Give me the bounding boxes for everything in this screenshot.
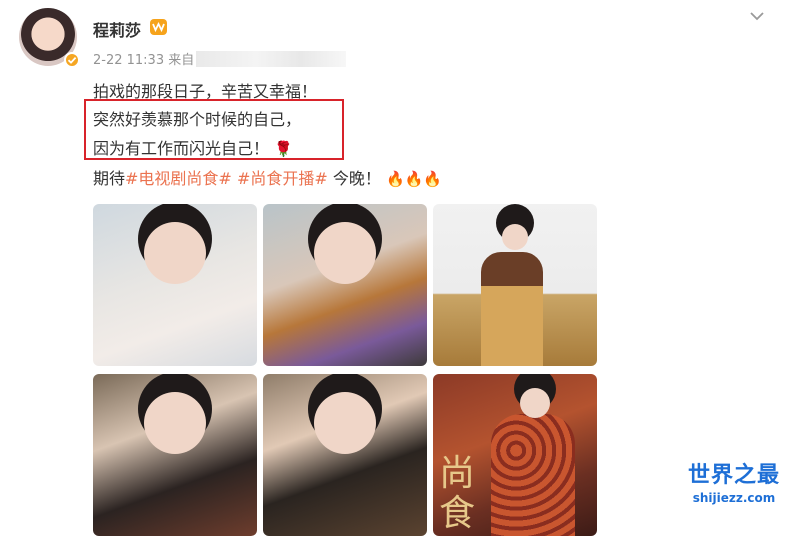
post-text-line-4-suffix: 今晚！ — [332, 169, 381, 188]
post-text-line-4-prefix: 期待 — [93, 169, 126, 188]
photo-2[interactable] — [263, 204, 427, 366]
photo-6[interactable]: 尚食 — [433, 374, 597, 536]
photo-1-figure — [144, 222, 206, 284]
photo-6-robe — [491, 414, 575, 536]
photo-6-poster-text: 尚食 — [439, 453, 476, 534]
vip-badge-icon — [150, 19, 167, 35]
topic-link-tv-shangshi[interactable]: #电视剧尚食# — [125, 169, 232, 188]
post-meta: 2-22 11:33 来自 — [93, 49, 347, 68]
post-timestamp[interactable]: 2-22 11:33 — [93, 53, 164, 68]
photo-5-figure — [314, 392, 376, 454]
photo-6-figure — [519, 388, 550, 418]
fire-icon: 🔥🔥🔥 — [385, 170, 442, 188]
watermark: 世界之最 shijiezz.com — [674, 462, 794, 514]
post-source-blurred — [196, 51, 347, 67]
photo-5[interactable] — [263, 374, 427, 536]
verified-badge-icon — [64, 52, 80, 68]
watermark-url: shijiezz.com — [692, 491, 776, 505]
highlight-box — [84, 99, 344, 160]
username[interactable]: 程莉莎 — [93, 17, 141, 41]
photo-4-figure — [144, 392, 206, 454]
photo-2-figure — [314, 222, 376, 284]
photo-4[interactable] — [93, 374, 257, 536]
watermark-title: 世界之最 — [687, 463, 780, 488]
topic-link-shangshi-premiere[interactable]: #尚食开播# — [237, 169, 328, 188]
photo-3[interactable] — [433, 204, 597, 366]
post-source-prefix: 来自 — [168, 53, 195, 68]
photo-1[interactable] — [93, 204, 257, 366]
photo-3-robe — [481, 252, 543, 366]
chevron-down-icon[interactable] — [748, 8, 766, 22]
photo-3-figure — [502, 224, 528, 250]
post-text-line-4: 期待#电视剧尚食# #尚食开播# 今晚！ 🔥🔥🔥 — [93, 165, 442, 189]
